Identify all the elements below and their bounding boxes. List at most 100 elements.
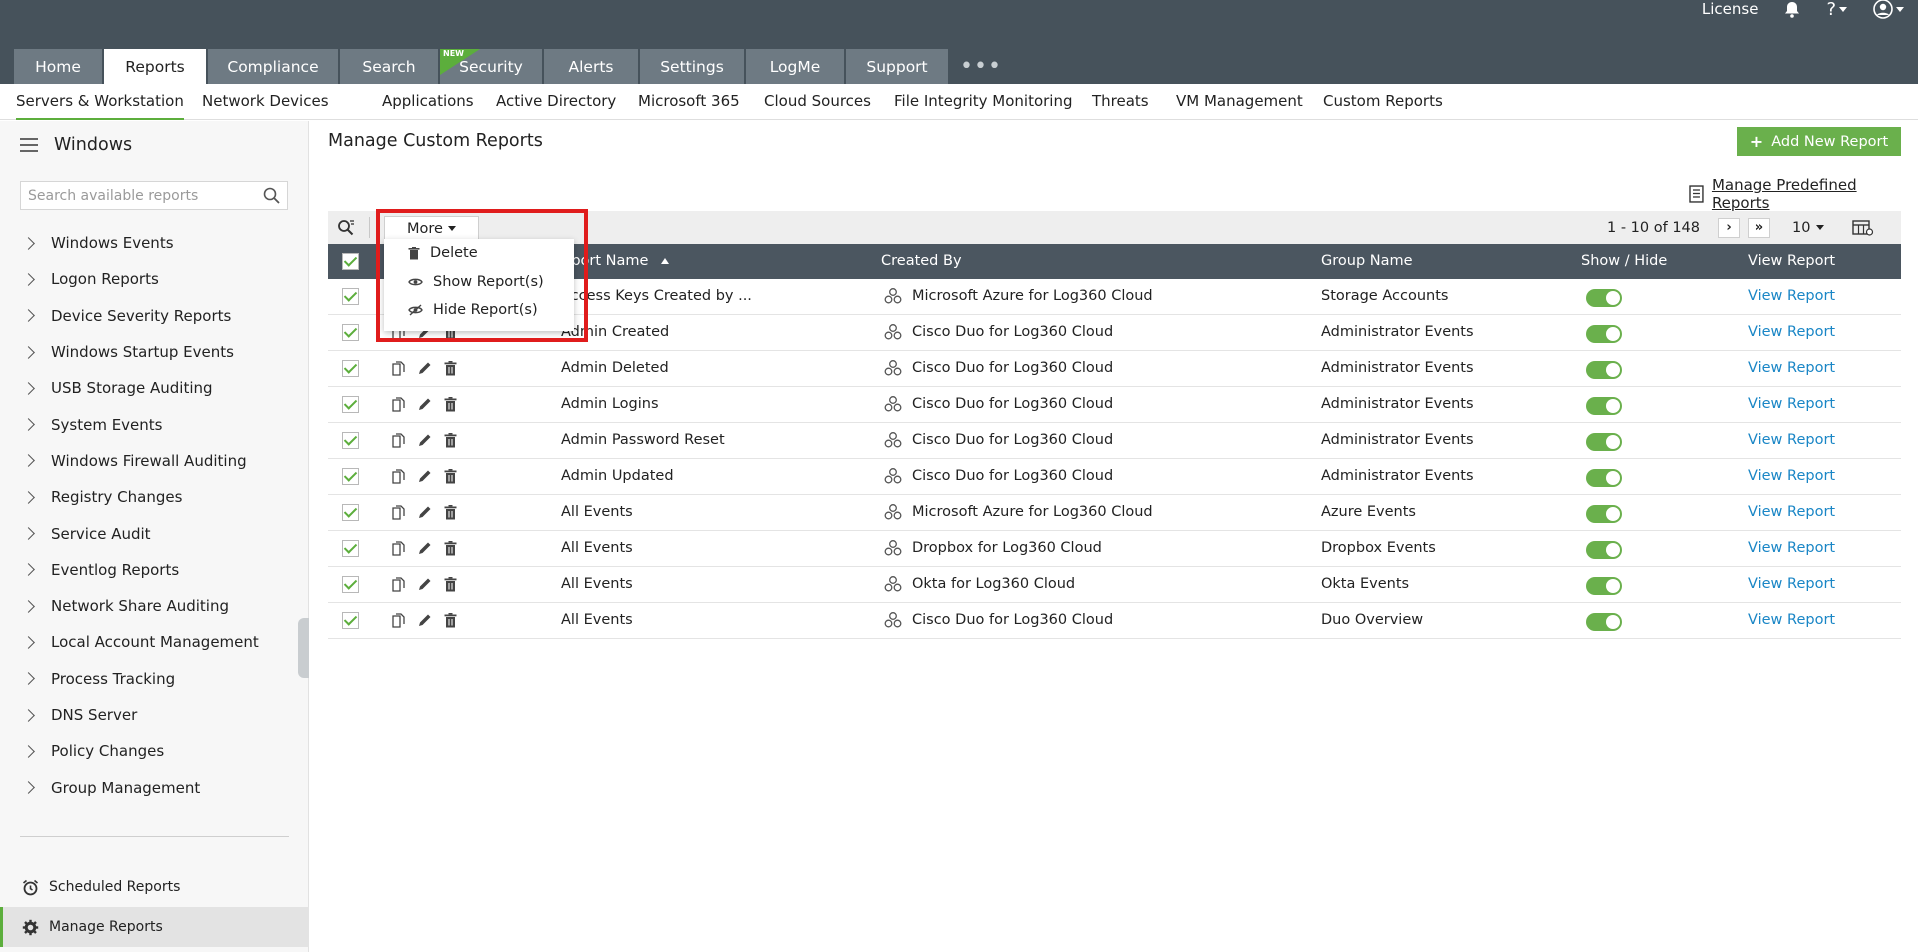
copy-icon[interactable] (392, 613, 405, 628)
edit-pencil-icon[interactable] (417, 433, 432, 448)
view-report-link[interactable]: View Report (1748, 495, 1835, 530)
row-checkbox[interactable] (342, 612, 359, 629)
row-checkbox[interactable] (342, 576, 359, 593)
hamburger-menu-icon[interactable] (20, 138, 38, 152)
subnav-file-integrity-monitoring[interactable]: File Integrity Monitoring (894, 84, 1073, 120)
search-filter-icon[interactable] (337, 219, 355, 237)
sidebar-scheduled-reports[interactable]: Scheduled Reports (0, 867, 309, 907)
view-report-link[interactable]: View Report (1748, 459, 1835, 494)
subnav-vm-management[interactable]: VM Management (1176, 84, 1303, 120)
sidebar-item-group-management[interactable]: Group Management (0, 769, 309, 805)
show-hide-toggle[interactable] (1586, 505, 1622, 523)
row-checkbox[interactable] (342, 432, 359, 449)
row-checkbox[interactable] (342, 540, 359, 557)
trash-icon[interactable] (444, 397, 457, 412)
show-hide-toggle[interactable] (1586, 613, 1622, 631)
next-page-button[interactable]: › (1718, 217, 1740, 238)
page-size-select[interactable]: 10 (1792, 220, 1825, 236)
edit-pencil-icon[interactable] (417, 361, 432, 376)
sidebar-item-windows-events[interactable]: Windows Events (0, 225, 309, 261)
view-report-link[interactable]: View Report (1748, 567, 1835, 602)
show-hide-toggle[interactable] (1586, 577, 1622, 595)
tab-home[interactable]: Home (14, 49, 102, 84)
tab-logme[interactable]: LogMe (746, 49, 844, 84)
sidebar-item-system-events[interactable]: System Events (0, 406, 309, 442)
column-created-by[interactable]: Created By (881, 244, 962, 279)
sidebar-item-logon-reports[interactable]: Logon Reports (0, 261, 309, 297)
sidebar-item-registry-changes[interactable]: Registry Changes (0, 479, 309, 515)
trash-icon[interactable] (444, 541, 457, 556)
bell-icon[interactable] (1784, 1, 1800, 18)
row-checkbox[interactable] (342, 468, 359, 485)
row-checkbox[interactable] (342, 504, 359, 521)
more-actions-button[interactable]: More (384, 216, 479, 240)
tab-compliance[interactable]: Compliance (208, 49, 338, 84)
sidebar-item-dns-server[interactable]: DNS Server (0, 697, 309, 733)
copy-icon[interactable] (392, 469, 405, 484)
sidebar-item-device-severity-reports[interactable]: Device Severity Reports (0, 298, 309, 334)
trash-icon[interactable] (444, 433, 457, 448)
show-hide-toggle[interactable] (1586, 541, 1622, 559)
copy-icon[interactable] (392, 541, 405, 556)
trash-icon[interactable] (444, 361, 457, 376)
sidebar-item-windows-firewall-auditing[interactable]: Windows Firewall Auditing (0, 443, 309, 479)
manage-predefined-reports-link[interactable]: Manage Predefined Reports (1689, 176, 1918, 212)
subnav-cloud-sources[interactable]: Cloud Sources (764, 84, 871, 120)
more-tabs-icon[interactable]: ••• (950, 49, 1002, 84)
add-new-report-button[interactable]: + Add New Report (1737, 127, 1901, 156)
view-report-link[interactable]: View Report (1748, 603, 1835, 638)
subnav-active-directory[interactable]: Active Directory (496, 84, 616, 120)
copy-icon[interactable] (392, 397, 405, 412)
tab-reports[interactable]: Reports (104, 49, 206, 84)
edit-pencil-icon[interactable] (417, 469, 432, 484)
menu-item-delete[interactable]: Delete (384, 239, 574, 268)
trash-icon[interactable] (444, 469, 457, 484)
show-hide-toggle[interactable] (1586, 289, 1622, 307)
show-hide-toggle[interactable] (1586, 397, 1622, 415)
sidebar-item-windows-startup-events[interactable]: Windows Startup Events (0, 334, 309, 370)
sidebar-item-eventlog-reports[interactable]: Eventlog Reports (0, 552, 309, 588)
edit-pencil-icon[interactable] (417, 505, 432, 520)
column-settings-icon[interactable] (1852, 219, 1874, 236)
view-report-link[interactable]: View Report (1748, 351, 1835, 386)
copy-icon[interactable] (392, 577, 405, 592)
subnav-network-devices[interactable]: Network Devices (202, 84, 329, 120)
last-page-button[interactable]: » (1748, 217, 1770, 238)
copy-icon[interactable] (392, 433, 405, 448)
row-checkbox[interactable] (342, 360, 359, 377)
edit-pencil-icon[interactable] (417, 397, 432, 412)
tab-support[interactable]: Support (846, 49, 948, 84)
edit-pencil-icon[interactable] (417, 613, 432, 628)
trash-icon[interactable] (444, 505, 457, 520)
trash-icon[interactable] (444, 613, 457, 628)
tab-alerts[interactable]: Alerts (544, 49, 638, 84)
show-hide-toggle[interactable] (1586, 433, 1622, 451)
user-menu[interactable] (1873, 0, 1904, 19)
view-report-link[interactable]: View Report (1748, 531, 1835, 566)
search-reports-input[interactable] (20, 181, 288, 210)
sidebar-item-service-audit[interactable]: Service Audit (0, 515, 309, 551)
copy-icon[interactable] (392, 505, 405, 520)
view-report-link[interactable]: View Report (1748, 279, 1835, 314)
sidebar-collapse-handle[interactable] (298, 618, 309, 678)
help-menu[interactable]: ? (1826, 0, 1847, 20)
tab-search[interactable]: Search (340, 49, 438, 84)
show-hide-toggle[interactable] (1586, 325, 1622, 343)
edit-pencil-icon[interactable] (417, 577, 432, 592)
row-checkbox[interactable] (342, 324, 359, 341)
menu-item-hide-reports[interactable]: Hide Report(s) (384, 296, 574, 325)
sidebar-item-usb-storage-auditing[interactable]: USB Storage Auditing (0, 370, 309, 406)
subnav-servers-workstation[interactable]: Servers & Workstation (16, 84, 184, 120)
trash-icon[interactable] (444, 577, 457, 592)
edit-pencil-icon[interactable] (417, 541, 432, 556)
sidebar-item-network-share-auditing[interactable]: Network Share Auditing (0, 588, 309, 624)
row-checkbox[interactable] (342, 288, 359, 305)
view-report-link[interactable]: View Report (1748, 387, 1835, 422)
select-all-checkbox[interactable] (342, 253, 359, 270)
sidebar-item-process-tracking[interactable]: Process Tracking (0, 661, 309, 697)
view-report-link[interactable]: View Report (1748, 315, 1835, 350)
row-checkbox[interactable] (342, 396, 359, 413)
show-hide-toggle[interactable] (1586, 361, 1622, 379)
subnav-custom-reports[interactable]: Custom Reports (1323, 84, 1443, 120)
show-hide-toggle[interactable] (1586, 469, 1622, 487)
